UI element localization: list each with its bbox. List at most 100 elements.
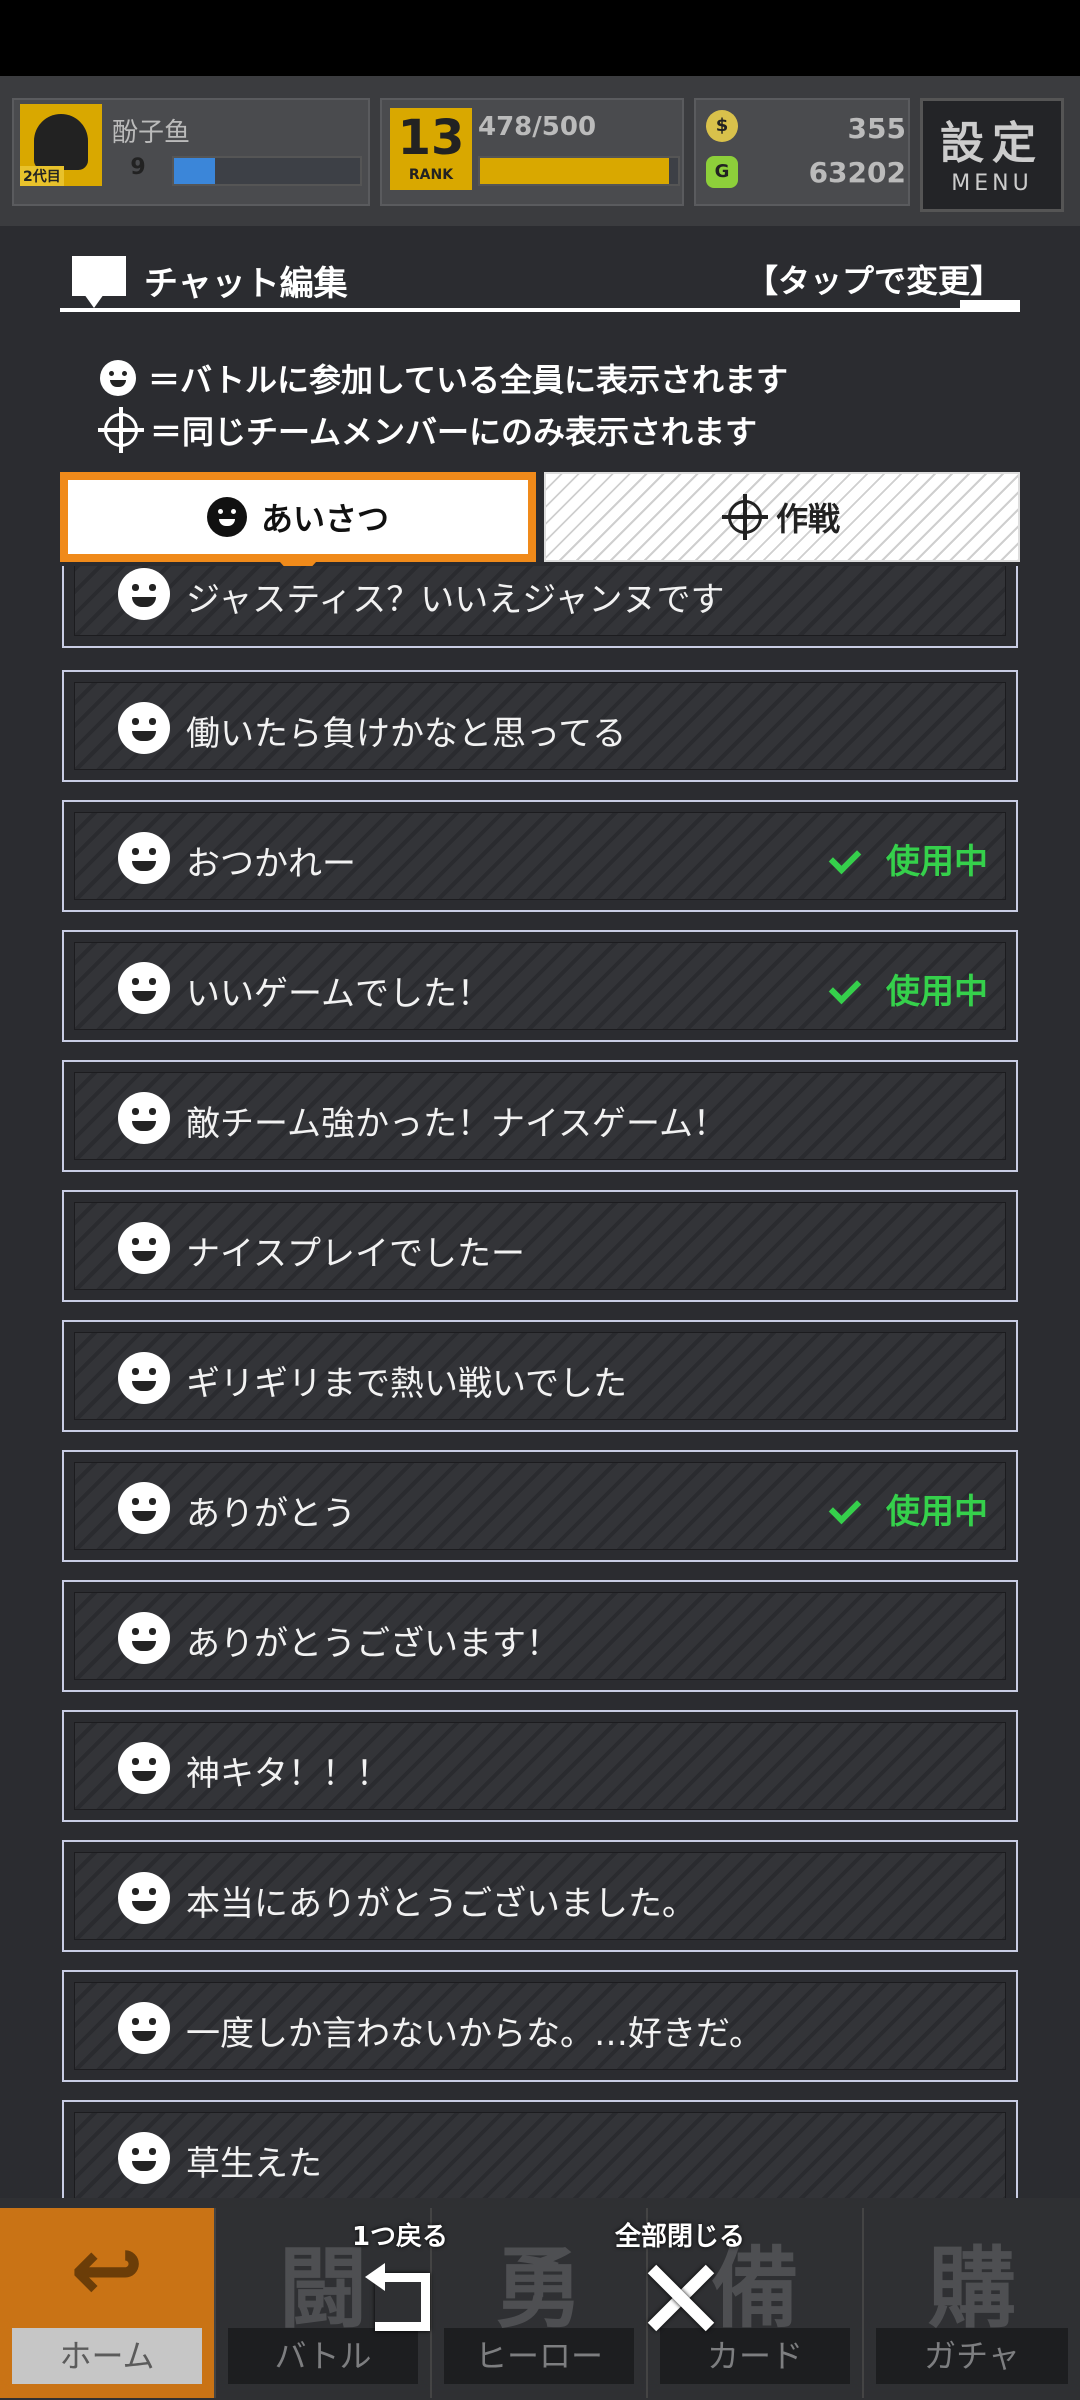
chat-item[interactable]: おつかれー 使用中 [62,800,1018,912]
crosshair-icon [721,494,768,540]
chat-item-text: 本当にありがとうございました。 [186,1884,696,1924]
face-icon [118,1872,170,1924]
tab-greeting-label: あいさつ [260,500,389,538]
chat-item-text: 働いたら負けかなと思ってる [186,714,627,754]
face-icon [206,497,247,537]
chat-item[interactable]: ジャスティス？いいえジャンヌです [62,566,1018,648]
chat-message-list[interactable]: ジャスティス？いいえジャンヌです 働いたら負けかなと思ってる おつかれー 使用中 … [62,566,1018,2202]
face-icon [118,962,170,1014]
face-icon [118,702,170,754]
chat-item[interactable]: 敵チーム強かった！ナイスゲーム！ [62,1060,1018,1172]
tap-hint: 【タップで変更】 [745,262,1002,300]
check-icon [830,972,864,1006]
check-icon [830,842,864,876]
gacha-icon: 購 [927,2237,1016,2340]
level-badge: 9 [110,152,166,184]
face-icon [118,1092,170,1144]
nav-home[interactable]: ↩ ホーム [0,2208,216,2398]
level-bar [172,156,362,186]
in-use-label: 使用中 [886,972,988,1012]
nav-home-label: ホーム [12,2328,202,2384]
status-bar [0,0,1080,76]
face-icon [118,832,170,884]
coin-count: 355 [847,112,906,145]
avatar-face [34,114,88,170]
rank-label: RANK [408,167,454,183]
avatar-tag: 2代目 [20,166,64,186]
chat-item-text: おつかれー [186,844,356,884]
chat-item-text: いいゲームでした！ [186,974,491,1014]
chat-item[interactable]: 本当にありがとうございました。 [62,1840,1018,1952]
in-use-badge: 使用中 [830,834,988,883]
tab-tactics-label: 作戦 [775,500,840,538]
check-icon [830,1492,864,1526]
chat-item[interactable]: ギリギリまで熱い戦いでした [62,1320,1018,1432]
chat-item[interactable]: 神キタ！！！ [62,1710,1018,1822]
in-use-label: 使用中 [886,1492,988,1532]
level-bar-fill [174,158,215,184]
page-title: チャット編集 [144,264,348,304]
chat-item-text: ありがとう [186,1494,356,1534]
home-icon: ↩ [70,2218,144,2321]
close-all-label: 全部閉じる [614,2222,745,2252]
chat-item-text: 神キタ！！！ [186,1754,390,1794]
back-label: 1つ戻る [351,2222,449,2252]
face-icon [118,1612,170,1664]
close-all-button[interactable]: 全部閉じる [590,2216,770,2356]
face-icon [118,1482,170,1534]
legend-all-text: ＝バトルに参加している全員に表示されます [148,361,789,399]
chat-item[interactable]: 草生えた [62,2100,1018,2202]
bottom-nav: ↩ ホーム 闘 バトル 勇 ヒーロー 備 カード 購 ガチャ [0,2198,1080,2400]
rank-number: 13 [397,110,465,166]
stamina-text: 478/500 [478,112,597,142]
tab-tactics[interactable]: 作戦 [544,472,1020,562]
chat-item-text: ギリギリまで熱い戦いでした [186,1364,627,1404]
legend: ＝バトルに参加している全員に表示されます ＝同じチームメンバーにのみ表示されます [98,352,788,456]
menu-button[interactable]: 設定 MENU [920,98,1064,212]
legend-all: ＝バトルに参加している全員に表示されます [100,352,788,404]
nav-gacha[interactable]: 購 ガチャ [864,2208,1080,2398]
menu-kanji: 設定 [940,118,1044,169]
top-hud: 2代目 酚子鱼 9 13 RANK 478/500 $ 355 G 63202 … [0,76,1080,226]
tab-greeting[interactable]: あいさつ [60,472,536,582]
stamina-bar-fill [480,158,670,184]
chat-item[interactable]: ありがとうございます！ [62,1580,1018,1692]
chat-item-text: 草生えた [186,2144,322,2184]
back-arrow-icon [365,2263,435,2331]
legend-team-text: ＝同じチームメンバーにのみ表示されます [150,413,758,451]
nav-gacha-label: ガチャ [876,2328,1068,2384]
chat-item[interactable]: 一度しか言わないからな。…好きだ。 [62,1970,1018,2082]
face-icon [100,360,136,396]
close-icon [645,2263,715,2333]
chat-item[interactable]: いいゲームでした！ 使用中 [62,930,1018,1042]
coin-icon: $ [706,110,738,142]
chat-item[interactable]: 働いたら負けかなと思ってる [62,670,1018,782]
username: 酚子鱼 [112,118,191,148]
face-icon [118,2132,170,2184]
crosshair-icon [98,407,144,453]
rank-badge: 13 RANK [390,108,472,190]
face-icon [118,1222,170,1274]
title-divider [60,300,1020,312]
face-icon [118,568,170,620]
gem-count: 63202 [808,156,906,189]
chat-item[interactable]: ありがとう 使用中 [62,1450,1018,1562]
chat-bubble-icon [72,256,126,308]
chat-item-text: ジャスティス？いいえジャンヌです [186,580,725,620]
back-button[interactable]: 1つ戻る [310,2216,490,2356]
in-use-badge: 使用中 [830,1484,988,1533]
chat-item-text: 敵チーム強かった！ナイスゲーム！ [186,1104,727,1144]
face-icon [118,1352,170,1404]
menu-label: MENU [951,171,1033,196]
stamina-bar [478,156,680,186]
chat-item-text: ナイスプレイでしたー [186,1234,525,1274]
chat-item-text: 一度しか言わないからな。…好きだ。 [186,2014,763,2054]
face-icon [118,1742,170,1794]
avatar[interactable]: 2代目 [20,104,102,186]
in-use-badge: 使用中 [830,964,988,1013]
legend-team: ＝同じチームメンバーにのみ表示されます [98,404,788,456]
chat-item[interactable]: ナイスプレイでしたー [62,1190,1018,1302]
gem-icon: G [706,156,738,188]
chat-item-text: ありがとうございます！ [186,1624,560,1664]
face-icon [118,2002,170,2054]
